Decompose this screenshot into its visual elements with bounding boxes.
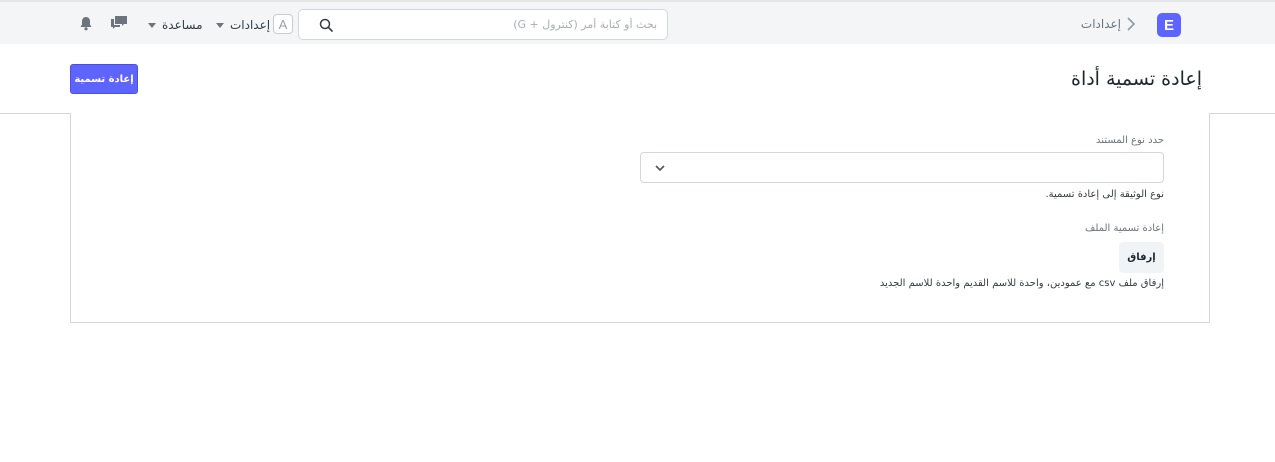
chevron-right-icon <box>1127 17 1136 31</box>
navbar: E إعدادات A إعدادات مساعدة <box>0 0 1275 44</box>
help-dropdown-label: مساعدة <box>162 18 203 32</box>
doctype-field-label: حدد نوع المستند <box>1096 135 1164 146</box>
page-head: إعادة تسمية أداة إعادة تسمية <box>0 44 1275 114</box>
chevron-down-icon <box>655 165 665 172</box>
settings-dropdown-label: إعدادات <box>230 18 271 32</box>
search-icon <box>319 18 333 32</box>
rename-button[interactable]: إعادة تسمية <box>70 64 138 94</box>
search-input[interactable] <box>335 10 657 39</box>
chat-icon[interactable] <box>110 15 128 31</box>
page-title: إعادة تسمية أداة <box>1070 68 1202 90</box>
search-bar[interactable] <box>298 9 668 40</box>
caret-down-icon <box>216 22 224 28</box>
breadcrumb-settings[interactable]: إعدادات <box>1081 17 1121 31</box>
caret-down-icon <box>148 22 156 28</box>
user-avatar[interactable]: A <box>273 14 293 34</box>
doctype-select[interactable] <box>640 152 1164 183</box>
app-logo[interactable]: E <box>1157 13 1181 37</box>
attach-button[interactable]: إرفاق <box>1119 242 1164 273</box>
rename-tool-form: حدد نوع المستند نوع الوثيقة إلى إعادة تس… <box>70 113 1210 323</box>
help-dropdown[interactable]: مساعدة <box>148 16 203 34</box>
doctype-help-text: نوع الوثيقة إلى إعادة تسمية. <box>1045 189 1164 200</box>
bell-icon[interactable] <box>79 16 93 31</box>
settings-dropdown[interactable]: إعدادات <box>216 16 270 34</box>
file-field-label: إعادة تسمية الملف <box>1085 223 1164 234</box>
file-help-text: إرفاق ملف csv مع عمودين، واحدة للاسم الق… <box>879 278 1164 289</box>
